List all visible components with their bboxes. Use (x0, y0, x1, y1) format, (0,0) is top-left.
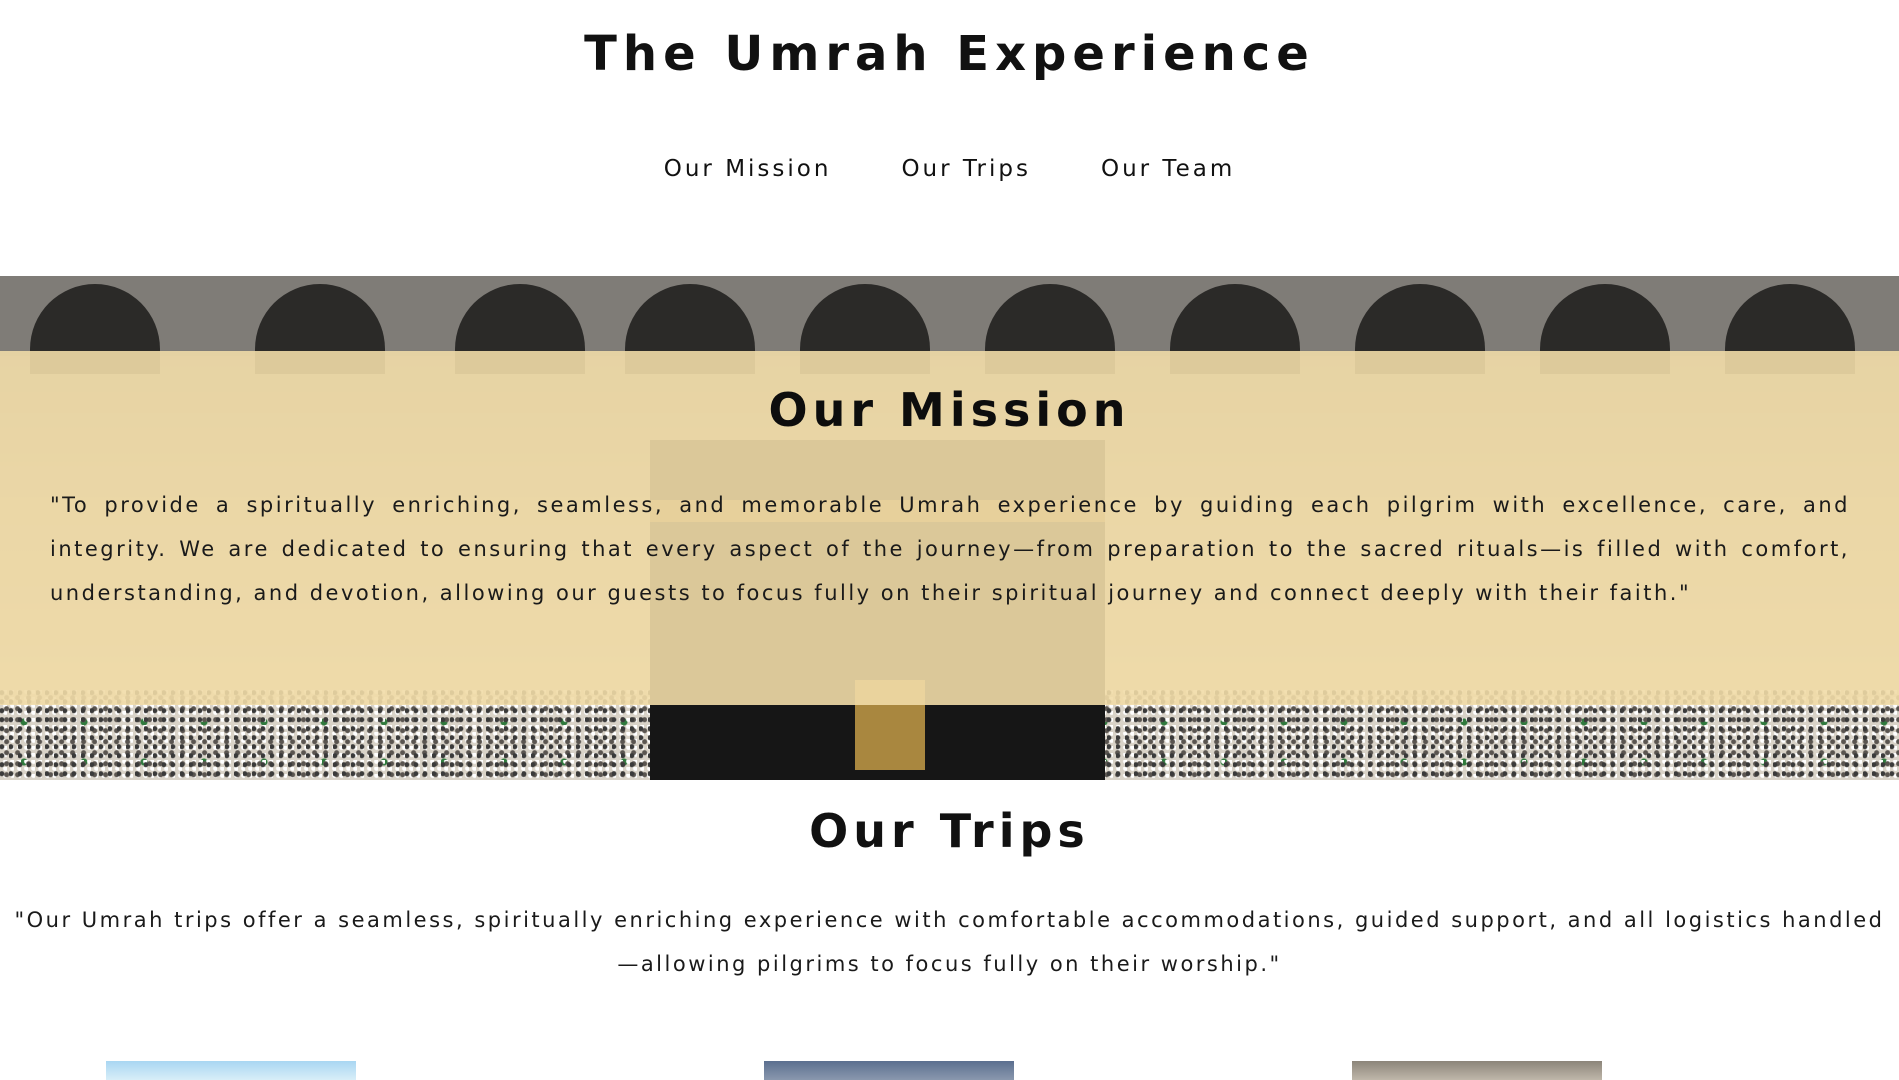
trips-description: "Our Umrah trips offer a seamless, spiri… (14, 908, 1885, 976)
mission-hero-banner: Our Mission "To provide a spiritually en… (0, 276, 1899, 780)
nav-link-our-trips[interactable]: Our Trips (901, 156, 1031, 182)
site-title: The Umrah Experience (584, 26, 1315, 82)
hero-background-arcade (0, 276, 1899, 374)
trip-card-image[interactable] (1352, 1061, 1602, 1080)
mission-overlay-panel: Our Mission "To provide a spiritually en… (0, 351, 1899, 705)
mission-heading: Our Mission (768, 383, 1131, 437)
trips-heading: Our Trips (809, 804, 1090, 858)
nav-link-our-mission[interactable]: Our Mission (664, 156, 832, 182)
trip-card-image[interactable] (106, 1061, 356, 1080)
nav-link-our-team[interactable]: Our Team (1101, 156, 1235, 182)
trip-card-image[interactable] (764, 1061, 1014, 1080)
main-nav: Our Mission Our Trips Our Team (0, 156, 1899, 182)
mission-statement: "To provide a spiritually enriching, sea… (50, 493, 1850, 605)
